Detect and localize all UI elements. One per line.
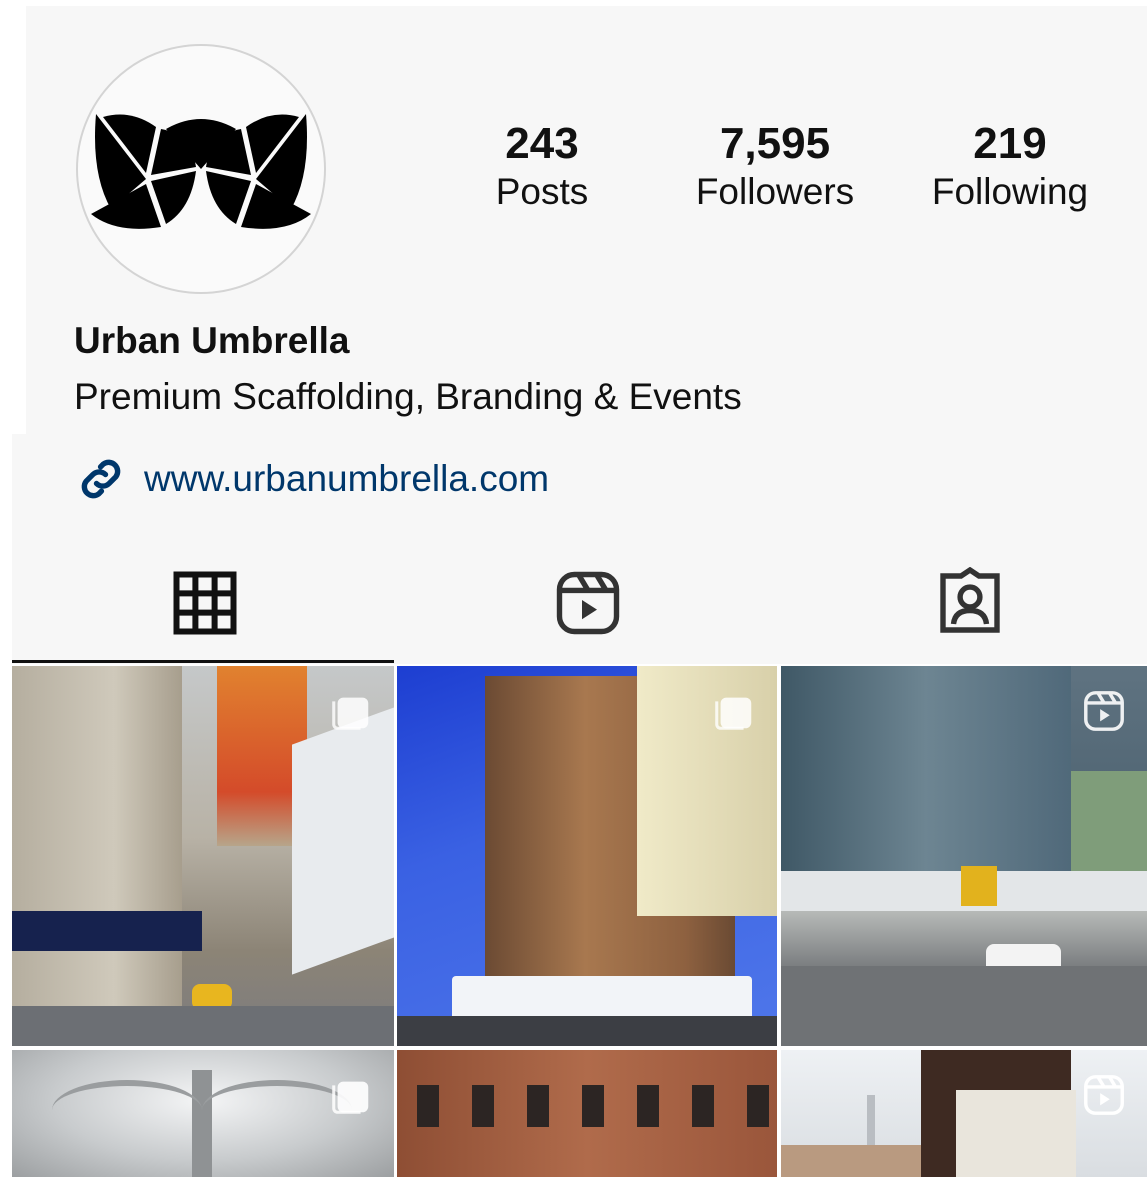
street [12,1006,394,1046]
post-thumbnail[interactable] [12,666,394,1046]
reels-icon [556,571,620,635]
carousel-icon [332,697,369,730]
tab-tagged[interactable] [930,566,1010,640]
glass-tower [781,666,1071,876]
street [397,1016,777,1046]
website-url: www.urbanumbrella.com [144,458,550,499]
post-thumbnail[interactable] [397,1050,777,1177]
canopy-structure [292,707,394,975]
selected-tab-indicator [12,660,394,663]
scaffold-building [12,666,182,1046]
post-thumbnail[interactable] [397,666,777,1046]
tab-reels[interactable] [548,566,628,640]
profile-name: Urban Umbrella [74,320,350,361]
grid-icon [173,571,237,635]
window [637,1085,659,1127]
following-count: 219 [973,119,1047,168]
following-label: Following [931,171,1089,212]
avatar[interactable] [76,44,326,294]
followers-label: Followers [695,171,855,212]
stat-following[interactable]: 219 Following [912,118,1108,214]
link-icon [81,459,121,499]
traffic-light [961,866,997,906]
tagged-icon [940,567,1000,633]
followers-count: 7,595 [719,119,831,168]
post-thumbnail[interactable] [781,1050,1147,1177]
reel-badge [1081,1072,1127,1118]
light-building [956,1090,1076,1177]
window [527,1085,549,1127]
posts-count: 243 [505,119,579,168]
post-thumbnail[interactable] [12,1050,394,1177]
window [747,1085,769,1127]
reels-icon [1084,691,1124,731]
posts-label: Posts [495,171,589,212]
reel-badge [1081,688,1127,734]
window [472,1085,494,1127]
canopy-arch [52,1080,202,1140]
carousel-badge [328,1072,374,1118]
stat-posts[interactable]: 243 Posts [470,118,614,214]
urban-umbrella-logo-icon [91,114,311,229]
window [692,1085,714,1127]
carousel-icon [332,1081,369,1114]
window [582,1085,604,1127]
tab-grid[interactable] [165,566,245,640]
post-thumbnail[interactable] [781,666,1147,1046]
website-link[interactable]: www.urbanumbrella.com [74,454,549,504]
carousel-badge [328,688,374,734]
profile-bio: Premium Scaffolding, Branding & Events [74,376,742,417]
carousel-badge [711,688,757,734]
reels-icon [1084,1075,1124,1115]
canopy-column [192,1070,212,1177]
window [417,1085,439,1127]
street [781,966,1147,1046]
sidewalk-shed [12,911,202,951]
skyline [781,1145,921,1177]
carousel-icon [715,697,752,730]
stat-followers[interactable]: 7,595 Followers [660,118,890,214]
posts-grid [12,666,1147,1177]
